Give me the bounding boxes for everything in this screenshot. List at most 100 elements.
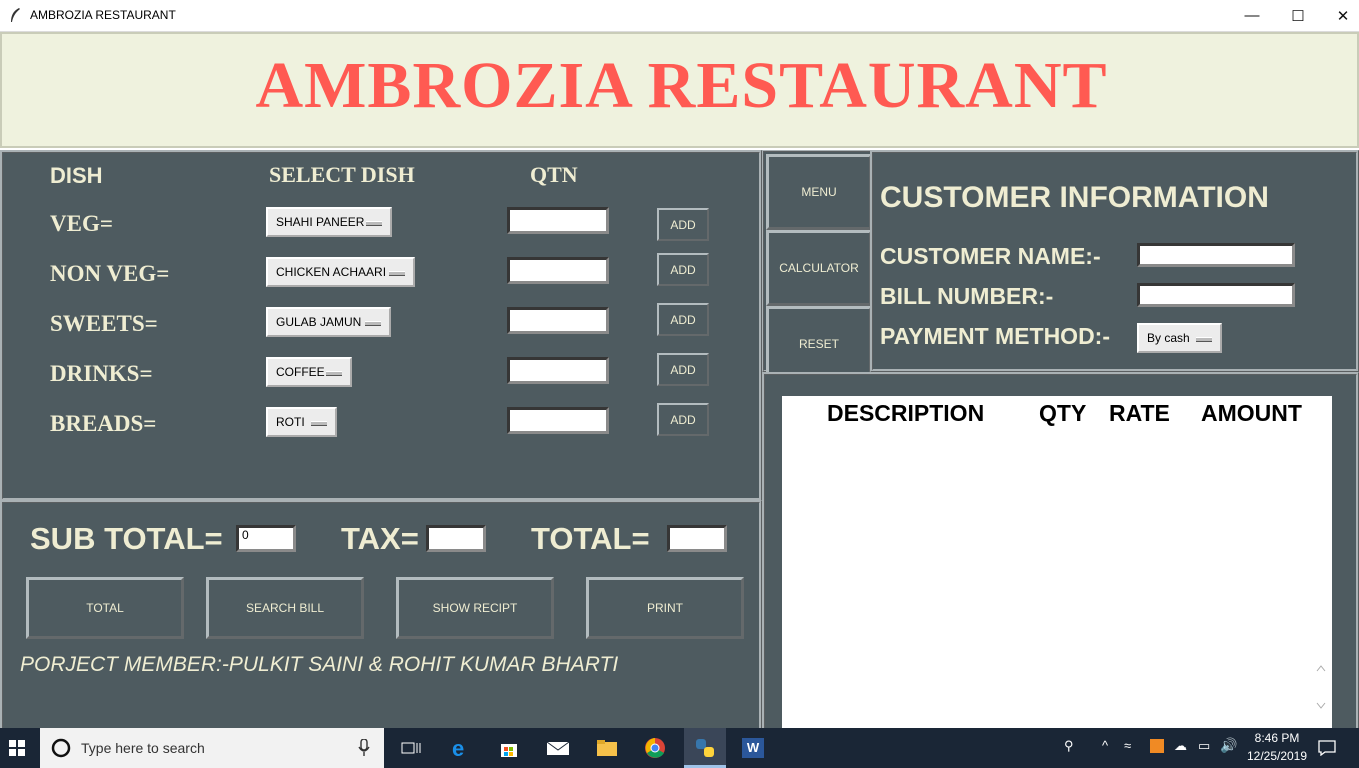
breads-qty-input[interactable] (507, 407, 609, 434)
menu-button[interactable]: MENU (766, 154, 872, 230)
non-veg-dropdown[interactable]: CHICKEN ACHAARI (266, 257, 415, 287)
customer-name-input[interactable] (1137, 243, 1295, 267)
battery-icon[interactable]: ▭ (1198, 738, 1210, 754)
bill-text-area[interactable]: DESCRIPTION QTY RATE AMOUNT (782, 396, 1332, 728)
drinks-dropdown[interactable]: COFFEE (266, 357, 352, 387)
dropdown-indicator-icon (389, 271, 405, 276)
window-title: AMBROZIA RESTAURANT (30, 8, 176, 22)
search-placeholder: Type here to search (81, 740, 205, 756)
non-veg-add-button[interactable]: ADD (657, 253, 709, 286)
window-titlebar: AMBROZIA RESTAURANT — ☐ ✕ (0, 0, 1359, 32)
chrome-icon[interactable] (640, 734, 670, 762)
total-button[interactable]: TOTAL (26, 577, 184, 639)
wifi-icon[interactable]: ≈ (1124, 738, 1131, 753)
dropdown-indicator-icon (366, 221, 382, 226)
edge-browser-icon[interactable]: e (446, 734, 476, 762)
sweets-dropdown[interactable]: GULAB JAMUN (266, 307, 391, 337)
sweets-selected: GULAB JAMUN (276, 315, 362, 329)
payment-method-label: PAYMENT METHOD:- (880, 323, 1110, 349)
print-button[interactable]: PRINT (586, 577, 744, 639)
veg-selected: SHAHI PANEER (276, 215, 365, 229)
clock-date[interactable]: 12/25/2019 (1242, 749, 1312, 763)
sweets-qty-input[interactable] (507, 307, 609, 334)
restaurant-title: AMBROZIA RESTAURANT (255, 49, 1108, 122)
dropdown-indicator-icon (311, 421, 327, 426)
word-icon-letter: W (742, 738, 764, 758)
maximize-button[interactable]: ☐ (1275, 0, 1321, 31)
windows-start-icon[interactable] (9, 740, 25, 756)
clock-time[interactable]: 8:46 PM (1242, 731, 1312, 745)
feather-icon (11, 8, 20, 22)
tax-field[interactable] (426, 525, 486, 552)
volume-icon[interactable]: 🔊 (1220, 737, 1237, 754)
breads-dropdown[interactable]: ROTI (266, 407, 337, 437)
totals-panel: SUB TOTAL= 0 TAX= TOTAL= TOTAL SEARCH BI… (0, 500, 762, 728)
veg-dropdown[interactable]: SHAHI PANEER (266, 207, 392, 237)
project-members: PORJECT MEMBER:-PULKIT SAINI & ROHIT KUM… (20, 653, 619, 676)
dropdown-indicator-icon (1196, 337, 1212, 342)
python-taskbar-active[interactable] (684, 728, 726, 768)
sweets-add-button[interactable]: ADD (657, 303, 709, 336)
tax-label: TAX= (341, 521, 419, 556)
mail-icon[interactable] (543, 734, 573, 762)
drinks-selected: COFFEE (276, 365, 325, 379)
search-bill-button[interactable]: SEARCH BILL (206, 577, 364, 639)
minimize-button[interactable]: — (1229, 0, 1275, 31)
breads-label: BREADS= (50, 411, 157, 436)
calculator-button[interactable]: CALCULATOR (766, 230, 872, 306)
scroll-arrows-icon (1316, 665, 1326, 709)
bill-col-amount: AMOUNT (1201, 400, 1302, 426)
bill-col-qty: QTY (1039, 400, 1087, 426)
heading-banner: AMBROZIA RESTAURANT (0, 32, 1359, 148)
select-dish-header: SELECT DISH (269, 162, 415, 187)
dropdown-indicator-icon (365, 321, 381, 326)
reset-button[interactable]: RESET (766, 306, 872, 382)
veg-qty-input[interactable] (507, 207, 609, 234)
tray-app-icon[interactable] (1150, 739, 1164, 753)
subtotal-field[interactable]: 0 (236, 525, 296, 552)
drinks-label: DRINKS= (50, 361, 153, 386)
cortana-circle-icon (51, 738, 71, 758)
sweets-label: SWEETS= (50, 311, 158, 336)
file-explorer-icon[interactable] (592, 734, 622, 762)
customer-info-heading: CUSTOMER INFORMATION (880, 181, 1269, 214)
microphone-icon[interactable] (358, 739, 370, 757)
bill-scrollbar[interactable] (1313, 660, 1329, 714)
qtn-header: QTN (530, 162, 578, 187)
bill-number-input[interactable] (1137, 283, 1295, 307)
bill-col-description: DESCRIPTION (827, 400, 985, 426)
show-hidden-icons-chevron-icon[interactable]: ^ (1102, 738, 1108, 753)
total-field[interactable] (667, 525, 727, 552)
bill-number-label: BILL NUMBER:- (880, 283, 1054, 309)
total-label: TOTAL= (531, 521, 650, 556)
payment-method-selected: By cash (1147, 331, 1190, 345)
store-icon[interactable] (494, 734, 524, 762)
non-veg-selected: CHICKEN ACHAARI (276, 265, 387, 279)
python-icon (696, 739, 714, 757)
non-veg-qty-input[interactable] (507, 257, 609, 284)
drinks-add-button[interactable]: ADD (657, 353, 709, 386)
people-icon[interactable]: ⚲ (1064, 738, 1074, 754)
non-veg-label: NON VEG= (50, 261, 170, 286)
close-button[interactable]: ✕ (1320, 0, 1359, 31)
breads-add-button[interactable]: ADD (657, 403, 709, 436)
task-view-icon[interactable] (396, 734, 426, 762)
payment-method-dropdown[interactable]: By cash (1137, 323, 1222, 353)
veg-label: VEG= (50, 211, 113, 236)
customer-info-panel: CUSTOMER INFORMATION CUSTOMER NAME:- BIL… (870, 150, 1359, 372)
dropdown-indicator-icon (326, 371, 342, 376)
breads-selected: ROTI (276, 415, 305, 429)
customer-name-label: CUSTOMER NAME:- (880, 243, 1101, 269)
action-center-icon[interactable] (1318, 740, 1336, 756)
subtotal-label: SUB TOTAL= (30, 521, 223, 556)
drinks-qty-input[interactable] (507, 357, 609, 384)
onedrive-icon[interactable]: ☁ (1174, 738, 1187, 754)
veg-add-button[interactable]: ADD (657, 208, 709, 241)
taskbar-search-box[interactable]: Type here to search (40, 728, 384, 768)
svg-text:e: e (452, 737, 464, 759)
word-icon[interactable]: W (738, 734, 768, 762)
order-panel: DISH SELECT DISH QTN VEG= SHAHI PANEER A… (0, 150, 762, 501)
bill-col-rate: RATE (1109, 400, 1170, 426)
show-receipt-button[interactable]: SHOW RECIPT (396, 577, 554, 639)
dish-header: DISH (50, 163, 103, 188)
